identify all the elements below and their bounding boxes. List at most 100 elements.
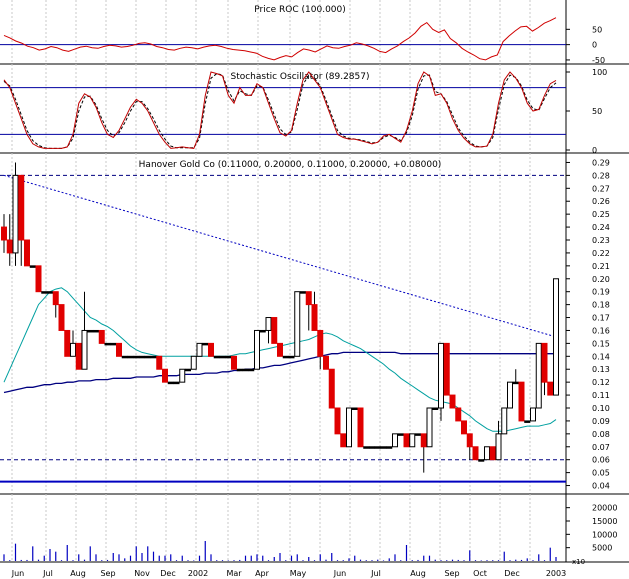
candle-body: [64, 329, 71, 357]
price-tick-label: 0.20: [592, 275, 610, 284]
price-tick-label: 0.09: [592, 417, 610, 426]
candle-body: [259, 329, 266, 333]
candle-body: [403, 433, 410, 448]
candle-body: [52, 291, 59, 306]
candle-body: [98, 329, 105, 344]
candle-body: [190, 355, 197, 370]
candle-body: [495, 433, 502, 461]
candle-body: [455, 407, 462, 422]
volume-tick-label: 20000: [592, 504, 617, 513]
roc-tick-label: 50: [592, 25, 602, 34]
x-axis-label: May: [290, 569, 307, 578]
x-axis-label: Oct: [473, 569, 487, 578]
candle-body: [87, 329, 94, 333]
price-panel: Hanover Gold Co (0.11000, 0.20000, 0.110…: [0, 158, 610, 491]
candle-body: [409, 433, 416, 448]
candle-body: [449, 394, 456, 409]
candle-body: [150, 355, 157, 359]
price-tick-label: 0.07: [592, 443, 610, 452]
price-tick-label: 0.08: [592, 430, 610, 439]
candle-body: [236, 368, 243, 372]
price-tick-label: 0.15: [592, 339, 610, 348]
candle-body: [512, 381, 519, 385]
candle-body: [196, 342, 203, 357]
candle-body: [432, 407, 439, 410]
candle-body: [305, 291, 312, 306]
candle-body: [265, 317, 272, 331]
candle-body: [386, 446, 393, 449]
x-axis-label: Mar: [226, 569, 242, 578]
candle-body: [323, 355, 329, 370]
price-tick-label: 0.24: [592, 223, 610, 232]
candle-body: [380, 446, 387, 449]
candle-body: [420, 433, 427, 448]
candle-body: [397, 433, 404, 436]
candle-body: [507, 381, 513, 409]
candle-body: [351, 407, 358, 410]
candle-body: [461, 420, 467, 435]
candle-body: [70, 342, 76, 357]
candle-body: [116, 342, 122, 357]
price-tick-label: 0.10: [592, 404, 610, 413]
candle-body: [484, 446, 490, 461]
candle-body: [29, 265, 36, 268]
candle-body: [426, 407, 433, 448]
candle-body: [6, 239, 13, 254]
price-tick-label: 0.29: [592, 158, 610, 167]
stochastic-tick-label: 100: [592, 68, 607, 77]
candle-body: [144, 355, 151, 359]
price-tick-label: 0.13: [592, 365, 610, 374]
candle-body: [530, 407, 536, 422]
price-tick-label: 0.04: [592, 482, 610, 491]
candle-body: [443, 342, 450, 396]
price-tick-label: 0.26: [592, 197, 610, 206]
candle-body: [213, 355, 220, 359]
stock-chart: Price ROC (100.000) 50 0 -50 Stochastic Os…: [0, 0, 629, 578]
stochastic-tick-label: 0: [592, 146, 597, 155]
volume-panel: x10 20000 15000 10000 5000: [3, 504, 617, 566]
candle-body: [489, 446, 496, 461]
price-tick-label: 0.22: [592, 249, 610, 258]
candle-body: [311, 304, 318, 331]
x-axis-label: Sep: [444, 569, 459, 578]
candle-body: [346, 407, 352, 448]
resistance-trendline: [3, 174, 557, 338]
price-tick-label: 0.11: [592, 391, 610, 400]
x-axis-label: 2003: [546, 569, 566, 578]
volume-tick-label: 5000: [592, 544, 612, 553]
candle-body: [374, 446, 381, 449]
price-tick-label: 0.19: [592, 288, 610, 297]
candle-body: [300, 291, 306, 294]
candle-body: [254, 329, 260, 370]
x-axis-label: Aug: [410, 569, 426, 578]
candle-body: [104, 342, 111, 346]
price-tick-label: 0.18: [592, 301, 610, 310]
x-axis-label: Nov: [134, 569, 150, 578]
roc-tick-label: -50: [592, 56, 605, 65]
x-axis-label: Jun: [11, 569, 25, 578]
candle-body: [231, 355, 237, 370]
price-title: Hanover Gold Co (0.11000, 0.20000, 0.110…: [139, 160, 442, 170]
roc-tick-label: 0: [592, 41, 597, 50]
candle-body: [363, 446, 370, 449]
roc-line: [3, 17, 557, 61]
candle-body: [110, 342, 117, 346]
stochastic-title: Stochastic Oscillator (89.2857): [230, 72, 369, 82]
price-tick-label: 0.23: [592, 236, 610, 245]
candle-body: [35, 265, 42, 293]
x-axis-label: Dec: [504, 569, 519, 578]
candle-body: [1, 226, 7, 241]
candle-body: [75, 342, 82, 370]
candle-body: [392, 433, 398, 448]
candle-body: [271, 317, 278, 344]
volume-tick-label: 15000: [592, 517, 617, 526]
candle-body: [328, 368, 335, 409]
chart-background: [0, 0, 629, 563]
candle-body: [466, 433, 473, 448]
candle-body: [242, 368, 249, 372]
candle-body: [58, 304, 65, 331]
candle-body: [202, 342, 209, 346]
candle-body: [294, 291, 301, 357]
x-axis-label: Jul: [370, 569, 381, 578]
candle-body: [288, 355, 295, 359]
